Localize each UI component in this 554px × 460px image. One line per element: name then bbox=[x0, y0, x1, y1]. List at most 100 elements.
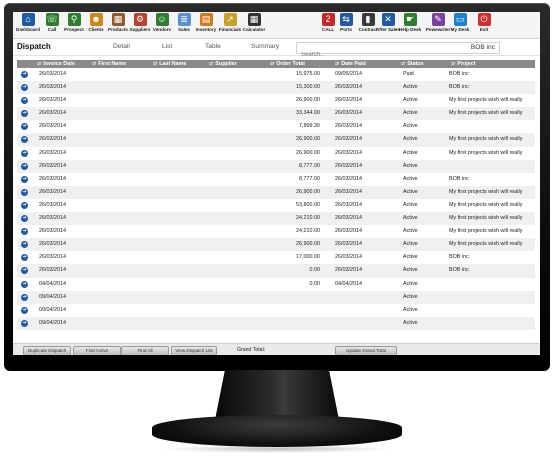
search-input[interactable] bbox=[297, 50, 431, 60]
main-toolbar: ⌂ Dashboard ☏ Call ⚲ Prospect ☻ Clients ▦ Product… bbox=[13, 12, 540, 39]
open-record-icon[interactable]: ➔ bbox=[21, 228, 28, 236]
table-cell: Active bbox=[403, 215, 418, 222]
view-dispatch-list-button[interactable]: View Dispatch List bbox=[171, 346, 217, 355]
toolbar-label: Clients bbox=[88, 27, 104, 32]
toolbar-monitor-button[interactable]: ▭ My Desk bbox=[447, 13, 473, 32]
table-row[interactable]: ➔ 26/03/2014 26,900.00 26/03/2014 Active My f… bbox=[17, 94, 535, 107]
toolbar-label: Calculator bbox=[242, 27, 266, 32]
table-cell: 8,777.00 bbox=[299, 162, 320, 169]
toolbar-inventory-button[interactable]: ▤ Inventory bbox=[193, 13, 219, 32]
find-all-button[interactable]: Find All bbox=[121, 346, 169, 355]
table-cell: Paid bbox=[403, 71, 414, 77]
open-record-icon[interactable]: ➔ bbox=[21, 97, 28, 105]
table-cell: 09/04/2014 bbox=[39, 319, 66, 326]
table-row[interactable]: ➔ 26/03/2014 8,777.00 26/03/2014 Active bbox=[17, 159, 535, 173]
table-row[interactable]: ➔ 09/04/2014 Active bbox=[17, 290, 535, 304]
open-record-icon[interactable]: ➔ bbox=[21, 188, 28, 196]
open-record-icon[interactable]: ➔ bbox=[21, 149, 28, 157]
table-cell: 04/04/2014 bbox=[39, 280, 66, 287]
table-row[interactable]: ➔ 26/03/2014 7,899.30 26/03/2014 Active bbox=[17, 120, 535, 133]
tools-icon: ✕ bbox=[381, 13, 395, 26]
column-header[interactable]: ⇄ First Name bbox=[92, 60, 126, 68]
table-row[interactable]: ➔ 26/03/2014 26,900.00 26/03/2014 Active My f… bbox=[17, 133, 535, 147]
products-icon: ▦ bbox=[111, 13, 125, 26]
table-row[interactable]: ➔ 26/03/2014 26,900.00 26/03/2014 Active My f… bbox=[17, 238, 535, 252]
open-record-icon[interactable]: ➔ bbox=[21, 71, 28, 78]
table-cell: Active bbox=[403, 228, 418, 235]
toolbar-helpdesk-button[interactable]: ☛ Help Desk bbox=[397, 13, 423, 32]
table-row[interactable]: ➔ 04/04/2014 0.00 04/04/2014 Active bbox=[17, 278, 535, 291]
toolbar-label: Ports bbox=[340, 27, 352, 32]
table-row[interactable]: ➔ 26/03/2014 8,777.00 26/03/2014 Active BOB i… bbox=[17, 173, 535, 186]
toolbar-financials-button[interactable]: ↗ Financials bbox=[217, 13, 243, 32]
open-record-icon[interactable]: ➔ bbox=[21, 254, 28, 262]
open-record-icon[interactable]: ➔ bbox=[21, 84, 28, 92]
column-header[interactable]: ⇄ Invoice Date bbox=[37, 60, 75, 68]
table-cell: My first projects wish will really bbox=[449, 228, 523, 235]
view-summary-link[interactable]: Summary bbox=[251, 43, 279, 50]
open-record-icon[interactable]: ➔ bbox=[21, 280, 28, 288]
open-record-icon[interactable]: ➔ bbox=[21, 175, 28, 183]
find-active-button[interactable]: Find Active bbox=[73, 346, 121, 355]
table-cell bbox=[449, 120, 533, 133]
column-header[interactable]: ⇄ Supplier bbox=[209, 60, 237, 68]
open-record-icon[interactable]: ➔ bbox=[21, 293, 28, 301]
table-row[interactable]: ➔ 26/03/2014 53,800.00 26/03/2014 Active My f… bbox=[17, 199, 535, 212]
table-cell: 26/03/2014 bbox=[335, 175, 362, 182]
clients-icon: ☻ bbox=[89, 13, 103, 26]
open-record-icon[interactable]: ➔ bbox=[21, 136, 28, 144]
sort-icon: ⇄ bbox=[209, 61, 214, 67]
table-row[interactable]: ➔ 26/03/2014 26,900.00 26/03/2014 Active My f… bbox=[17, 185, 535, 199]
table-row[interactable]: ➔ 26/03/2014 26,900.00 26/03/2014 Active My f… bbox=[17, 147, 535, 160]
column-header[interactable]: ⇄ Project bbox=[451, 60, 475, 68]
column-header[interactable]: ⇄ Last Name bbox=[153, 60, 186, 68]
open-record-icon[interactable]: ➔ bbox=[21, 215, 28, 223]
table-cell: 26/03/2014 bbox=[39, 188, 66, 195]
open-record-icon[interactable]: ➔ bbox=[21, 162, 28, 170]
toolbar-calculator-button[interactable]: ▦ Calculator bbox=[241, 13, 267, 32]
open-record-icon[interactable]: ➔ bbox=[21, 306, 28, 314]
open-record-icon[interactable]: ➔ bbox=[21, 123, 28, 131]
table-row[interactable]: ➔ 09/04/2014 Active bbox=[17, 304, 535, 317]
table-cell: 09/05/2014 bbox=[335, 71, 362, 77]
column-header[interactable]: ⇄ Order Total bbox=[270, 60, 305, 68]
table-row[interactable]: ➔ 26/03/2014 15,975.00 09/05/2014 Paid BOB in… bbox=[17, 68, 535, 81]
table-cell: 8,777.00 bbox=[299, 175, 320, 182]
table-cell: Active bbox=[403, 319, 418, 326]
view-list-link[interactable]: List bbox=[162, 43, 172, 50]
table-cell: My first projects wish will really bbox=[449, 110, 523, 117]
search-box: BOB inc bbox=[296, 42, 500, 60]
table-cell: BOB inc bbox=[449, 267, 469, 274]
update-grand-total-button[interactable]: Update Grand Total bbox=[335, 346, 397, 355]
table-row[interactable]: ➔ 26/03/2014 17,000.00 26/03/2014 Active BOB … bbox=[17, 251, 535, 264]
column-header[interactable]: ⇄ Status bbox=[401, 60, 424, 68]
table-row[interactable]: ➔ 09/04/2014 Active bbox=[17, 316, 535, 330]
table-row[interactable]: ➔ 26/03/2014 0.00 26/03/2014 Active BOB inc bbox=[17, 264, 535, 278]
table-row[interactable]: ➔ 26/03/2014 24,210.00 26/03/2014 Active My f… bbox=[17, 225, 535, 238]
view-table-link[interactable]: Table bbox=[205, 43, 221, 50]
dispatch-table: ⇄ Invoice Date ⇄ First Name ⇄ Last Name ⇄ Suppl… bbox=[17, 60, 535, 330]
monitor-neck bbox=[215, 370, 339, 420]
table-row[interactable]: ➔ 26/03/2014 15,300.00 26/03/2014 Active BOB … bbox=[17, 81, 535, 95]
duplicate-dispatch-button[interactable]: Duplicate Dispatch bbox=[23, 346, 71, 355]
open-record-icon[interactable]: ➔ bbox=[21, 201, 28, 209]
table-cell: 26/03/2014 bbox=[39, 97, 66, 104]
open-record-icon[interactable]: ➔ bbox=[21, 110, 28, 118]
open-record-icon[interactable]: ➔ bbox=[21, 319, 28, 327]
open-record-icon[interactable]: ➔ bbox=[21, 267, 28, 275]
table-row[interactable]: ➔ 26/03/2014 33,344.00 26/03/2014 Active My f… bbox=[17, 107, 535, 121]
table-header: ⇄ Invoice Date ⇄ First Name ⇄ Last Name ⇄ Suppl… bbox=[17, 60, 535, 68]
table-row[interactable]: ➔ 26/03/2014 24,210.00 26/03/2014 Active My f… bbox=[17, 212, 535, 226]
table-cell: 7,899.30 bbox=[299, 123, 320, 130]
view-detail-link[interactable]: Detail bbox=[113, 43, 130, 50]
sort-icon: ⇄ bbox=[37, 61, 42, 67]
open-record-icon[interactable]: ➔ bbox=[21, 241, 28, 249]
toolbar-power-button[interactable]: ⏻ Exit bbox=[471, 13, 497, 32]
column-header[interactable]: ⇄ Date Paid bbox=[335, 60, 366, 68]
toolbar-label: Prospect bbox=[64, 27, 84, 32]
table-cell: 26/03/2014 bbox=[335, 123, 362, 130]
column-header-label: Invoice Date bbox=[43, 61, 75, 67]
sort-icon: ⇄ bbox=[270, 61, 275, 67]
toolbar-home-button[interactable]: ⌂ Dashboard bbox=[15, 13, 41, 32]
sort-icon: ⇄ bbox=[401, 61, 406, 67]
